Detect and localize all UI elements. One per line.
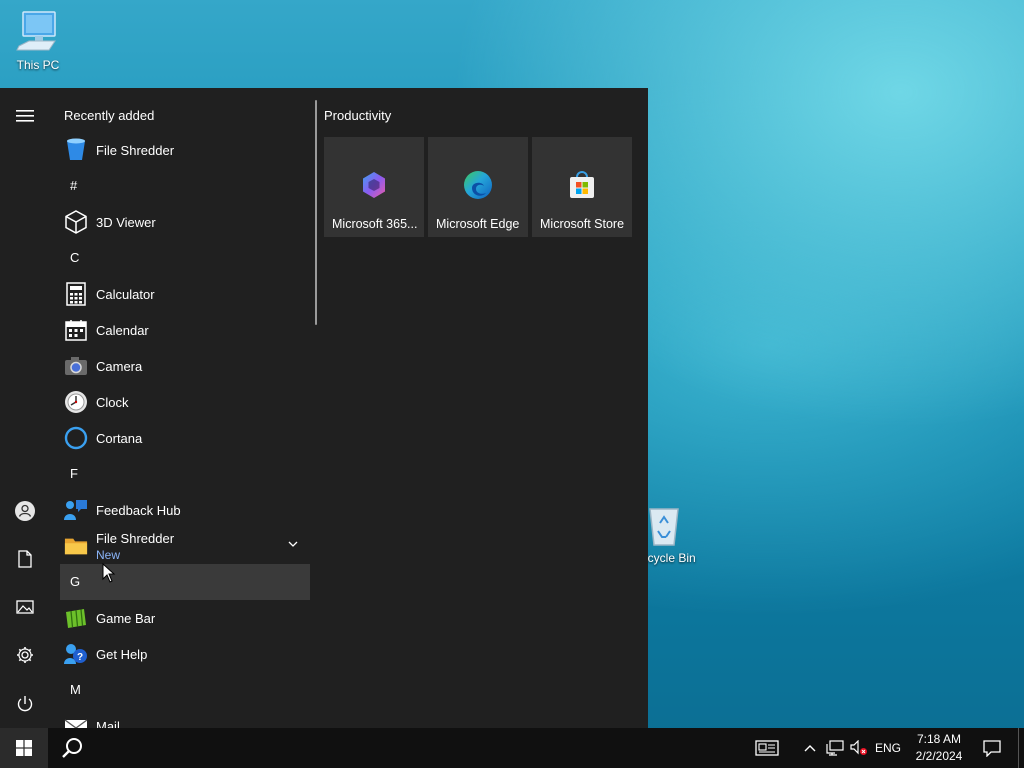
tile-label: Microsoft Edge	[436, 217, 520, 231]
app-item-calculator[interactable]: Calculator	[60, 276, 310, 312]
tile-group-title: Productivity	[324, 108, 392, 123]
tile-label: Microsoft Store	[540, 217, 625, 231]
input-language-button[interactable]: ENG	[873, 728, 903, 768]
show-hidden-icons-button[interactable]	[800, 728, 820, 768]
app-label: Camera	[96, 358, 143, 374]
pictures-icon	[16, 600, 34, 614]
recycle-bin-icon	[649, 508, 679, 546]
app-item-feedback-hub[interactable]: Feedback Hub	[60, 492, 310, 528]
start-rail	[0, 88, 50, 728]
power-button[interactable]	[0, 680, 50, 728]
cube-icon	[64, 210, 88, 234]
document-icon	[18, 550, 32, 568]
volume-muted-icon	[850, 740, 867, 755]
app-folder-file-shredder[interactable]: File Shredder New	[60, 528, 310, 564]
search-icon	[62, 738, 82, 758]
tile-label: Microsoft 365...	[332, 217, 418, 231]
user-avatar-icon	[15, 501, 35, 521]
calculator-icon	[64, 282, 88, 306]
app-item-mail[interactable]: Mail	[60, 708, 310, 728]
action-center-button[interactable]	[978, 728, 1006, 768]
game-bar-icon	[64, 606, 88, 630]
user-account-button[interactable]	[0, 487, 50, 535]
section-letter-hash[interactable]: #	[60, 168, 310, 204]
microsoft-365-icon	[363, 172, 385, 198]
tile-microsoft-store[interactable]: Microsoft Store	[532, 137, 632, 237]
tile-microsoft-edge[interactable]: Microsoft Edge	[428, 137, 528, 237]
section-letter-g[interactable]: G	[60, 564, 310, 600]
clock-button[interactable]: 7:18 AM 2/2/2024	[908, 728, 970, 768]
pictures-button[interactable]	[0, 583, 50, 631]
taskbar: ENG 7:18 AM 2/2/2024	[0, 728, 1024, 768]
start-button[interactable]	[0, 728, 48, 768]
volume-button[interactable]	[848, 728, 870, 768]
section-letter-c[interactable]: C	[60, 240, 310, 276]
desktop-icon-this-pc[interactable]: This PC	[0, 10, 76, 72]
folder-icon	[64, 534, 88, 558]
expand-menu-button[interactable]	[0, 92, 50, 140]
svg-text:?: ?	[77, 652, 83, 663]
news-widget-button[interactable]	[748, 728, 786, 768]
chevron-up-icon	[804, 745, 816, 752]
feedback-icon	[64, 498, 88, 522]
recently-added-heading: Recently added	[64, 108, 155, 123]
app-item-calendar[interactable]: Calendar	[60, 312, 310, 348]
windows-logo-icon	[16, 740, 32, 756]
app-item-game-bar[interactable]: Game Bar	[60, 600, 310, 636]
app-item-clock[interactable]: Clock	[60, 384, 310, 420]
app-label: Get Help	[96, 646, 148, 662]
chevron-down-icon[interactable]	[288, 536, 298, 551]
app-label: Feedback Hub	[96, 502, 181, 518]
clock-time: 7:18 AM	[916, 732, 962, 746]
clock-date: 2/2/2024	[915, 749, 963, 763]
hamburger-icon	[16, 110, 34, 122]
app-label: Game Bar	[96, 610, 156, 626]
tile-microsoft-365[interactable]: Microsoft 365...	[324, 137, 424, 237]
new-badge: New	[96, 547, 121, 562]
app-label: Clock	[96, 394, 129, 410]
app-list: Recently added File Shredder #3D Viewer C C…	[60, 88, 310, 728]
app-label: Mail	[96, 718, 120, 729]
mail-icon	[64, 714, 88, 728]
app-item-3d-viewer[interactable]: 3D Viewer	[60, 204, 310, 240]
cortana-ring-icon	[64, 426, 88, 450]
this-pc-label: This PC	[16, 58, 60, 72]
notification-icon	[983, 740, 1001, 757]
app-label: File Shredder	[96, 530, 175, 546]
app-label: Cortana	[96, 430, 143, 446]
settings-button[interactable]	[0, 631, 50, 679]
clock-icon	[64, 390, 88, 414]
app-label: File Shredder	[96, 142, 175, 158]
camera-icon	[64, 354, 88, 378]
gear-icon	[17, 647, 33, 663]
news-icon	[755, 740, 779, 756]
network-button[interactable]	[824, 728, 846, 768]
edge-icon	[464, 171, 492, 199]
app-item-file-shredder[interactable]: File Shredder	[60, 132, 310, 168]
app-item-cortana[interactable]: Cortana	[60, 420, 310, 456]
search-button[interactable]	[48, 728, 96, 768]
recycle-bin-blue-icon	[64, 138, 88, 162]
app-label: Calculator	[96, 286, 155, 302]
power-icon	[17, 696, 33, 712]
section-letter-m[interactable]: M	[60, 672, 310, 708]
store-icon	[570, 171, 594, 198]
mouse-cursor-icon	[102, 563, 116, 583]
network-icon	[826, 740, 844, 756]
app-item-camera[interactable]: Camera	[60, 348, 310, 384]
app-label: 3D Viewer	[96, 214, 156, 230]
documents-button[interactable]	[0, 535, 50, 583]
start-menu: Recently added File Shredder #3D Viewer C C…	[0, 88, 648, 728]
help-icon: ?	[64, 642, 88, 666]
app-list-scrollbar[interactable]	[315, 100, 317, 325]
computer-icon	[16, 11, 56, 51]
app-item-get-help[interactable]: ? Get Help	[60, 636, 310, 672]
show-desktop-button[interactable]	[1018, 728, 1024, 768]
section-letter-f[interactable]: F	[60, 456, 310, 492]
app-label: Calendar	[96, 322, 149, 338]
calendar-icon	[64, 318, 88, 342]
